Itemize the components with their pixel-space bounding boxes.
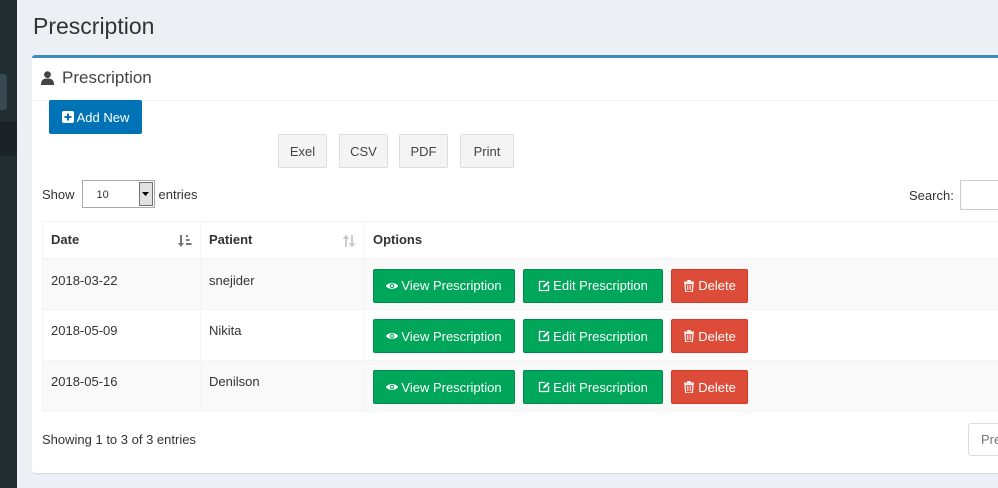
sidebar (0, 0, 17, 488)
edit-prescription-button[interactable]: Edit Prescription (523, 319, 663, 353)
search-input[interactable] (959, 180, 998, 210)
view-prescription-button[interactable]: View Prescription (373, 268, 515, 303)
patient-value: Nikita (209, 323, 242, 338)
sidebar-item[interactable] (0, 74, 7, 110)
delete-button[interactable]: Delete (671, 319, 748, 353)
options-cell: View Prescription Edit Prescription Dele… (364, 360, 998, 412)
date-cell: 2018-05-09 (42, 309, 201, 361)
date-value: 2018-05-16 (51, 374, 118, 389)
column-header-date[interactable]: Date (42, 221, 201, 260)
date-value: 2018-03-22 (51, 272, 118, 288)
table-header-row: Date Patient Options (42, 221, 998, 260)
delete-label: Delete (698, 278, 736, 293)
delete-button[interactable]: Delete (671, 268, 748, 303)
page-title: Prescription (33, 13, 155, 39)
sort-both-icon (342, 234, 356, 248)
options-cell: View Prescription Edit Prescription Dele… (364, 309, 998, 361)
edit-icon (539, 330, 550, 342)
table-info: Showing 1 to 3 of 3 entries (42, 432, 196, 447)
view-prescription-button[interactable]: View Prescription (373, 319, 515, 353)
box-header: Prescription (32, 58, 998, 101)
trash-icon (684, 330, 695, 342)
entries-length-select[interactable]: 10 (81, 180, 155, 208)
export-csv-button[interactable]: CSV (339, 134, 388, 168)
edit-prescription-label: Edit Prescription (553, 278, 648, 293)
date-cell: 2018-05-16 (42, 360, 201, 412)
prescription-box: Prescription Add New Exel CSV PDF Print … (32, 55, 998, 473)
trash-icon (684, 279, 695, 292)
options-cell: View Prescription Edit Prescription Dele… (364, 258, 998, 310)
column-header-patient-label: Patient (209, 232, 253, 248)
table-row: 2018-05-16 Denilson View Prescription Ed… (42, 360, 998, 412)
patient-value: Denilson (209, 374, 260, 389)
column-header-date-label: Date (51, 232, 80, 248)
show-label: Show (42, 186, 75, 202)
column-header-options-label: Options (373, 232, 423, 248)
print-button[interactable]: Print (460, 134, 514, 168)
entries-length-control: Show 10 entries (42, 179, 198, 209)
edit-prescription-button[interactable]: Edit Prescription (523, 268, 663, 303)
date-cell: 2018-03-22 (42, 258, 201, 310)
trash-icon (684, 381, 695, 393)
patient-cell: Nikita (200, 309, 365, 361)
add-new-label: Add New (76, 109, 130, 125)
eye-icon (386, 282, 399, 289)
entries-label: entries (158, 186, 198, 202)
date-value: 2018-05-09 (51, 323, 118, 338)
search-control: Search: (909, 180, 998, 210)
prescription-table: Date Patient Options 2018-03-22 snejider… (42, 221, 998, 412)
eye-icon (386, 333, 399, 339)
view-prescription-label: View Prescription (401, 328, 502, 344)
patient-cell: Denilson (200, 360, 365, 412)
edit-prescription-button[interactable]: Edit Prescription (523, 370, 663, 404)
previous-page-button[interactable]: Previous (968, 423, 998, 456)
view-prescription-button[interactable]: View Prescription (373, 370, 515, 404)
column-header-options: Options (364, 221, 998, 260)
edit-icon (539, 280, 550, 291)
patient-cell: snejider (200, 258, 365, 310)
plus-square-icon (61, 111, 74, 123)
export-excel-button[interactable]: Exel (278, 134, 327, 168)
sort-amount-asc-icon (178, 235, 192, 247)
table-row: 2018-05-09 Nikita View Prescription Edit… (42, 309, 998, 361)
entries-length-value: 10 (96, 189, 109, 201)
add-new-button[interactable]: Add New (49, 100, 142, 134)
delete-button[interactable]: Delete (671, 370, 748, 404)
chevron-down-icon[interactable] (138, 182, 153, 206)
edit-icon (539, 381, 550, 393)
patient-value: snejider (209, 272, 255, 288)
eye-icon (386, 384, 399, 390)
export-pdf-button[interactable]: PDF (399, 134, 448, 168)
delete-label: Delete (698, 328, 736, 344)
sidebar-item-active[interactable] (0, 122, 17, 156)
edit-prescription-label: Edit Prescription (553, 328, 648, 344)
search-label: Search: (909, 187, 954, 203)
delete-label: Delete (698, 379, 736, 395)
box-title: Prescription (62, 68, 152, 87)
user-icon (41, 71, 54, 85)
view-prescription-label: View Prescription (401, 278, 502, 293)
edit-prescription-label: Edit Prescription (553, 379, 648, 395)
table-row: 2018-03-22 snejider View Prescription Ed… (42, 258, 998, 310)
view-prescription-label: View Prescription (401, 379, 502, 395)
column-header-patient[interactable]: Patient (200, 221, 365, 260)
